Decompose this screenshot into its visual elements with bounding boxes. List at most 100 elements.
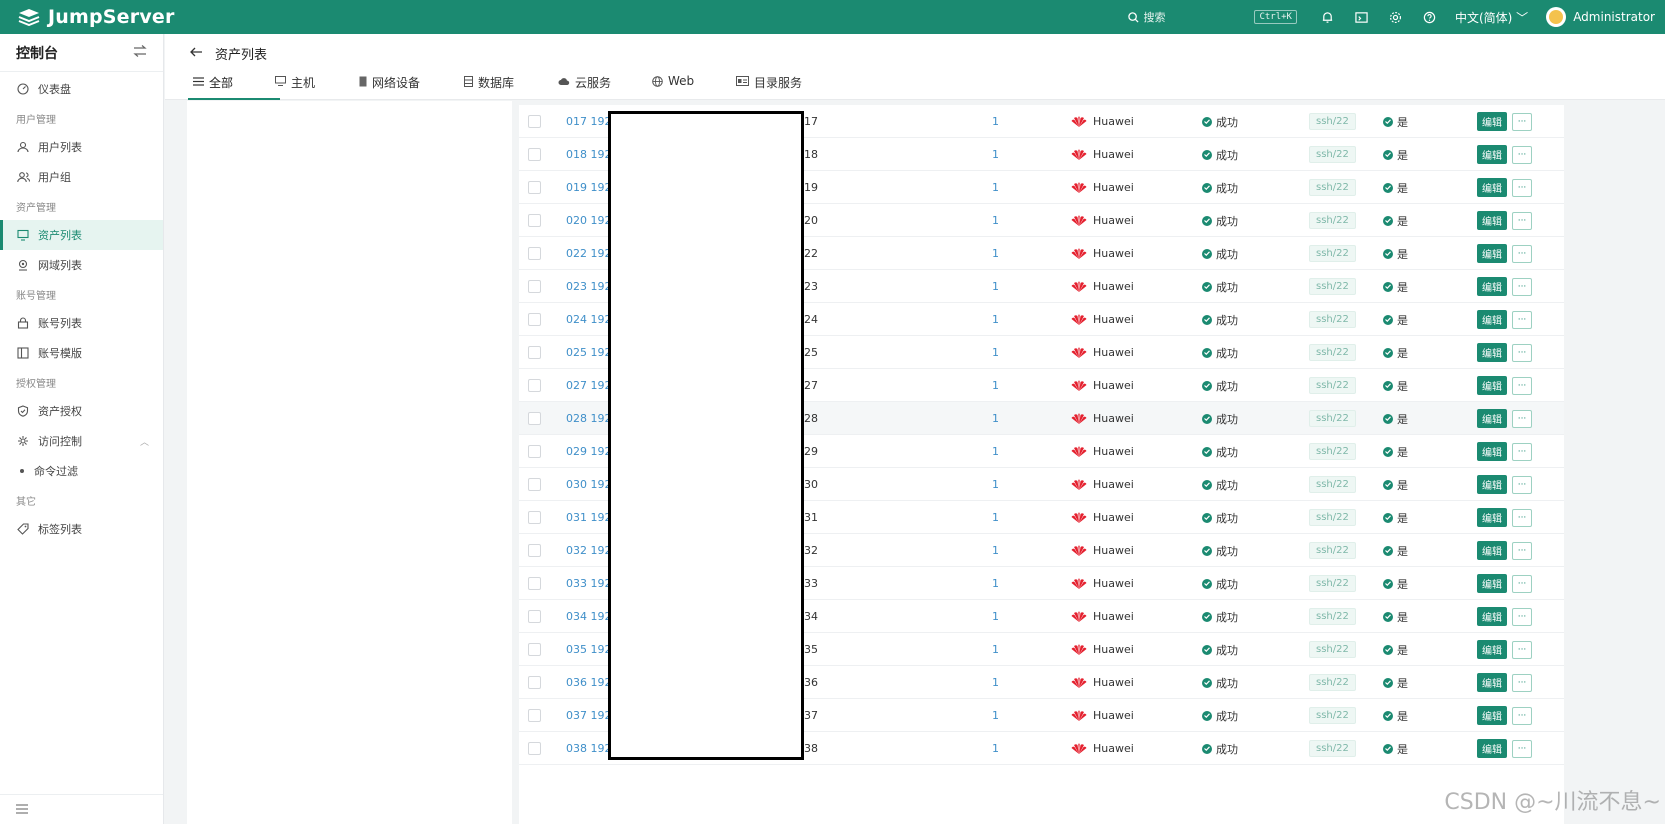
tab-database[interactable]: 数据库 [464, 74, 558, 100]
row-checkbox[interactable] [528, 435, 542, 468]
account-count-link[interactable]: 1 [992, 303, 999, 336]
more-actions-button[interactable]: ··· [1512, 574, 1532, 593]
edit-button[interactable]: 编辑 [1477, 475, 1507, 494]
row-checkbox[interactable] [528, 336, 542, 369]
sidebar-item-user-group[interactable]: 用户组 [0, 162, 163, 192]
sidebar-item-account-list[interactable]: 账号列表 [0, 308, 163, 338]
more-actions-button[interactable]: ··· [1512, 508, 1532, 527]
account-count-link[interactable]: 1 [992, 567, 999, 600]
more-actions-button[interactable]: ··· [1512, 145, 1532, 164]
asset-name-link[interactable]: 036 192 [566, 666, 612, 699]
edit-button[interactable]: 编辑 [1477, 574, 1507, 593]
more-actions-button[interactable]: ··· [1512, 277, 1532, 296]
sidebar-item-account-template[interactable]: 账号模版 [0, 338, 163, 368]
asset-name-link[interactable]: 020 192 [566, 204, 612, 237]
edit-button[interactable]: 编辑 [1477, 706, 1507, 725]
account-count-link[interactable]: 1 [992, 666, 999, 699]
more-actions-button[interactable]: ··· [1512, 706, 1532, 725]
row-checkbox[interactable] [528, 600, 542, 633]
gear-icon[interactable] [1388, 9, 1404, 25]
edit-button[interactable]: 编辑 [1477, 244, 1507, 263]
tab-all[interactable]: 全部 [188, 74, 280, 100]
more-actions-button[interactable]: ··· [1512, 178, 1532, 197]
edit-button[interactable]: 编辑 [1477, 343, 1507, 362]
row-checkbox[interactable] [528, 699, 542, 732]
account-count-link[interactable]: 1 [992, 171, 999, 204]
asset-name-link[interactable]: 023 192 [566, 270, 612, 303]
edit-button[interactable]: 编辑 [1477, 310, 1507, 329]
account-count-link[interactable]: 1 [992, 237, 999, 270]
row-checkbox[interactable] [528, 171, 542, 204]
more-actions-button[interactable]: ··· [1512, 343, 1532, 362]
edit-button[interactable]: 编辑 [1477, 112, 1507, 131]
sidebar-item-access-control[interactable]: 访问控制 ︿ [0, 426, 163, 456]
asset-name-link[interactable]: 029 192 [566, 435, 612, 468]
tab-directory-service[interactable]: 目录服务 [736, 74, 836, 100]
user-name[interactable]: Administrator [1573, 10, 1655, 24]
edit-button[interactable]: 编辑 [1477, 409, 1507, 428]
account-count-link[interactable]: 1 [992, 138, 999, 171]
account-count-link[interactable]: 1 [992, 369, 999, 402]
row-checkbox[interactable] [528, 468, 542, 501]
row-checkbox[interactable] [528, 270, 542, 303]
account-count-link[interactable]: 1 [992, 699, 999, 732]
account-count-link[interactable]: 1 [992, 501, 999, 534]
account-count-link[interactable]: 1 [992, 270, 999, 303]
back-arrow-icon[interactable] [190, 46, 203, 61]
account-count-link[interactable]: 1 [992, 468, 999, 501]
account-count-link[interactable]: 1 [992, 435, 999, 468]
account-count-link[interactable]: 1 [992, 534, 999, 567]
asset-name-link[interactable]: 038 192 [566, 732, 612, 765]
row-checkbox[interactable] [528, 633, 542, 666]
switch-view-icon[interactable] [133, 45, 147, 60]
edit-button[interactable]: 编辑 [1477, 211, 1507, 230]
sidebar-item-label-list[interactable]: 标签列表 [0, 514, 163, 544]
more-actions-button[interactable]: ··· [1512, 673, 1532, 692]
asset-name-link[interactable]: 018 192 [566, 138, 612, 171]
row-checkbox[interactable] [528, 732, 542, 765]
collapse-menu-button[interactable] [0, 794, 163, 824]
sidebar-item-asset-list[interactable]: 资产列表 [0, 220, 163, 250]
tab-network-device[interactable]: 网络设备 [359, 74, 464, 100]
row-checkbox[interactable] [528, 105, 542, 138]
more-actions-button[interactable]: ··· [1512, 409, 1532, 428]
sidebar-item-user-list[interactable]: 用户列表 [0, 132, 163, 162]
sidebar-item-asset-perm[interactable]: 资产授权 [0, 396, 163, 426]
edit-button[interactable]: 编辑 [1477, 607, 1507, 626]
asset-name-link[interactable]: 037 192 [566, 699, 612, 732]
more-actions-button[interactable]: ··· [1512, 607, 1532, 626]
asset-name-link[interactable]: 035 192 [566, 633, 612, 666]
more-actions-button[interactable]: ··· [1512, 541, 1532, 560]
account-count-link[interactable]: 1 [992, 204, 999, 237]
more-actions-button[interactable]: ··· [1512, 376, 1532, 395]
asset-name-link[interactable]: 019 192 [566, 171, 612, 204]
asset-name-link[interactable]: 027 192 [566, 369, 612, 402]
account-count-link[interactable]: 1 [992, 600, 999, 633]
edit-button[interactable]: 编辑 [1477, 178, 1507, 197]
asset-name-link[interactable]: 034 192 [566, 600, 612, 633]
help-icon[interactable] [1422, 9, 1438, 25]
asset-name-link[interactable]: 033 192 [566, 567, 612, 600]
account-count-link[interactable]: 1 [992, 732, 999, 765]
sidebar-item-dashboard[interactable]: 仪表盘 [0, 74, 163, 104]
row-checkbox[interactable] [528, 402, 542, 435]
edit-button[interactable]: 编辑 [1477, 640, 1507, 659]
more-actions-button[interactable]: ··· [1512, 211, 1532, 230]
edit-button[interactable]: 编辑 [1477, 277, 1507, 296]
tab-host[interactable]: 主机 [275, 74, 359, 100]
terminal-icon[interactable] [1354, 9, 1370, 25]
row-checkbox[interactable] [528, 534, 542, 567]
row-checkbox[interactable] [528, 369, 542, 402]
search-input[interactable]: 搜索 [1120, 6, 1240, 28]
row-checkbox[interactable] [528, 204, 542, 237]
account-count-link[interactable]: 1 [992, 105, 999, 138]
asset-name-link[interactable]: 022 192 [566, 237, 612, 270]
row-checkbox[interactable] [528, 138, 542, 171]
asset-name-link[interactable]: 031 192 [566, 501, 612, 534]
account-count-link[interactable]: 1 [992, 336, 999, 369]
more-actions-button[interactable]: ··· [1512, 442, 1532, 461]
tab-cloud[interactable]: 云服务 [558, 74, 652, 100]
more-actions-button[interactable]: ··· [1512, 244, 1532, 263]
edit-button[interactable]: 编辑 [1477, 739, 1507, 758]
edit-button[interactable]: 编辑 [1477, 376, 1507, 395]
